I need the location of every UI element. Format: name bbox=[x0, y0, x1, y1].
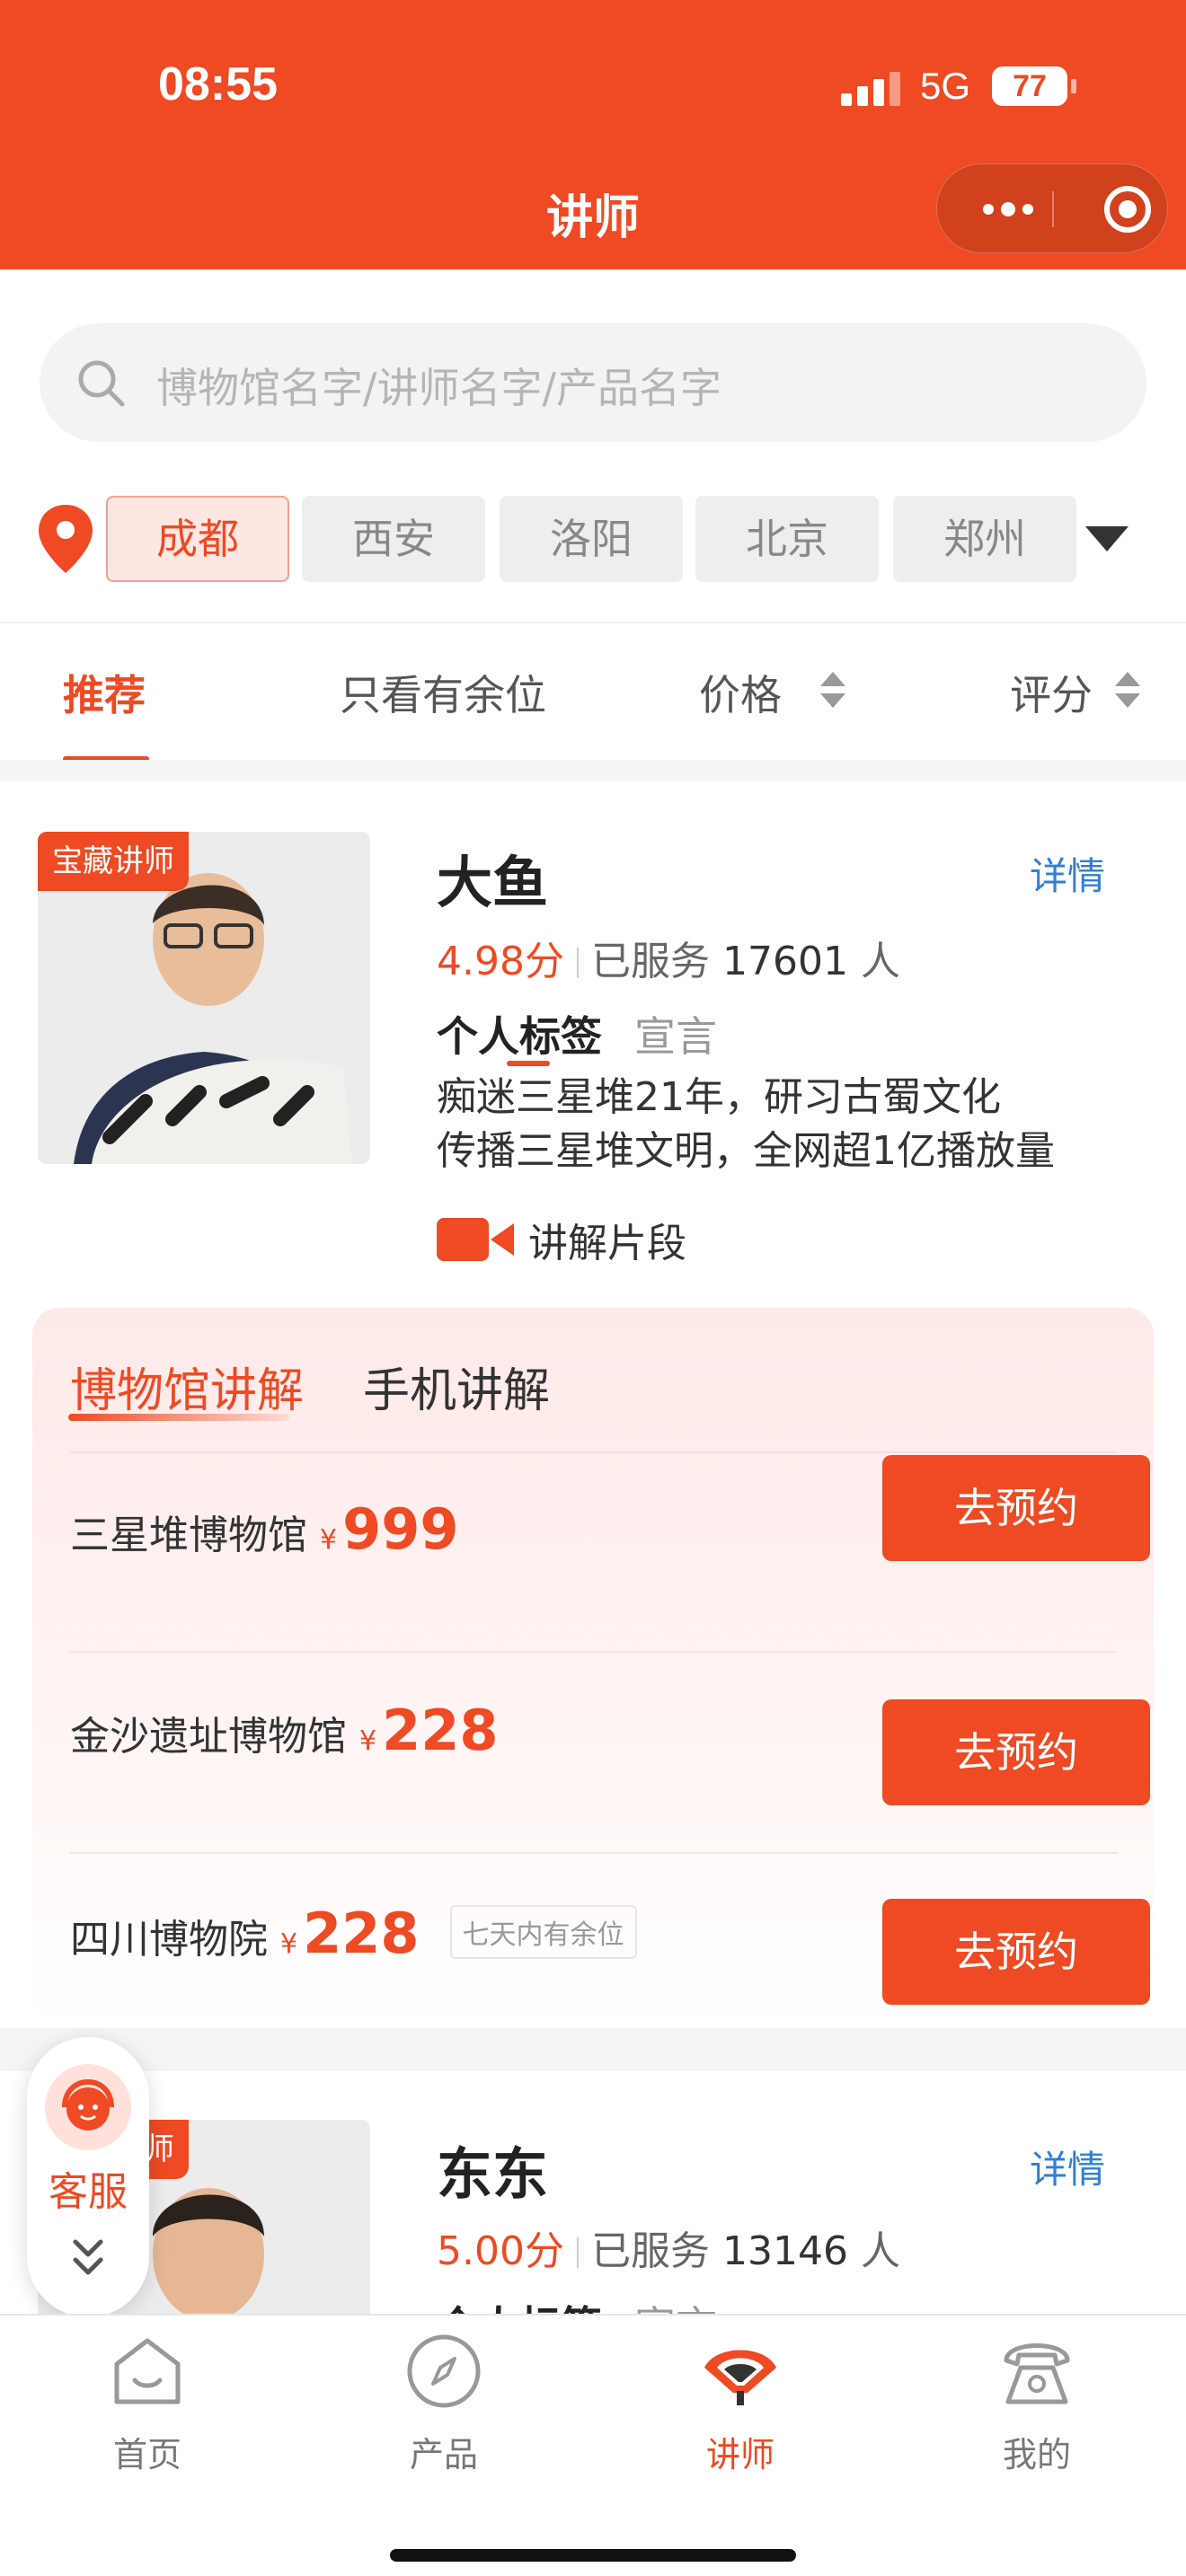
tab-lecturers-label: 讲师 bbox=[705, 2435, 774, 2475]
search-bar[interactable]: 博物馆名字/讲师名字/产品名字 bbox=[40, 323, 1146, 442]
lecturer-bio-line-2: 传播三星堆文明，全网超1亿播放量 bbox=[437, 1128, 1055, 1174]
currency-symbol: ¥ bbox=[280, 1928, 298, 1960]
bottom-tab-bar: 首页 产品 讲师 我的 bbox=[0, 2314, 1186, 2576]
tab-products-label: 产品 bbox=[409, 2435, 478, 2475]
booking-row: 四川博物院 ¥228 七天内有余位 去预约 bbox=[70, 1852, 1150, 2053]
treasure-badge: 宝藏讲师 bbox=[38, 832, 189, 891]
city-zhengzhou[interactable]: 郑州 bbox=[893, 496, 1076, 582]
tab-products[interactable]: 产品 bbox=[354, 2328, 534, 2490]
chevron-double-down-icon bbox=[73, 2239, 103, 2275]
capsule-divider bbox=[1052, 191, 1054, 227]
served-label: 已服务 bbox=[590, 939, 710, 984]
served-unit: 人 bbox=[860, 939, 900, 984]
lecturer-card: 宝藏讲师 东东 详情 5.00分已服务 13146 人 个人标签宣言 bbox=[0, 2071, 1186, 2314]
city-xian[interactable]: 西安 bbox=[302, 496, 485, 582]
home-icon bbox=[114, 2338, 181, 2404]
currency-symbol: ¥ bbox=[320, 1524, 338, 1556]
tab-home[interactable]: 首页 bbox=[58, 2328, 237, 2490]
booking-item: 金沙遗址博物馆 ¥228 bbox=[70, 1698, 499, 1763]
tab-lecturers[interactable]: 讲师 bbox=[651, 2328, 830, 2490]
sort-bar: 推荐 只看有余位 价格 评分 bbox=[0, 622, 1186, 762]
booking-price: 999 bbox=[342, 1496, 459, 1562]
sort-recommend[interactable]: 推荐 bbox=[63, 663, 146, 722]
booking-tab-underline bbox=[68, 1414, 289, 1421]
telephone-icon bbox=[1004, 2343, 1070, 2404]
served-count: 13146 bbox=[721, 2228, 848, 2274]
stats-divider bbox=[576, 2237, 579, 2268]
video-clip-label: 讲解片段 bbox=[528, 1221, 686, 1266]
currency-symbol: ¥ bbox=[359, 1725, 377, 1757]
city-beijing[interactable]: 北京 bbox=[695, 496, 879, 582]
lecturer-name: 大鱼 bbox=[437, 850, 549, 915]
tab-mine[interactable]: 我的 bbox=[947, 2328, 1127, 2490]
booking-row: 金沙遗址博物馆 ¥228 去预约 bbox=[70, 1651, 1150, 1852]
museum-name: 四川博物院 bbox=[70, 1917, 268, 1963]
museum-name: 金沙遗址博物馆 bbox=[70, 1714, 347, 1760]
section-divider bbox=[0, 2028, 1186, 2071]
more-dots-icon[interactable] bbox=[968, 193, 1049, 225]
lecturer-score: 4.98分 bbox=[437, 939, 564, 984]
booking-item: 四川博物院 ¥228 七天内有余位 bbox=[70, 1901, 637, 1966]
book-button[interactable]: 去预约 bbox=[882, 1899, 1150, 2005]
location-pin-icon bbox=[39, 505, 93, 573]
network-type: 5G bbox=[920, 65, 971, 107]
availability-tag: 七天内有余位 bbox=[449, 1905, 637, 1959]
museum-name: 三星堆博物馆 bbox=[70, 1513, 307, 1558]
sort-available-only[interactable]: 只看有余位 bbox=[340, 663, 546, 722]
target-icon[interactable] bbox=[1104, 186, 1151, 233]
city-dropdown-icon[interactable] bbox=[1085, 526, 1128, 551]
home-indicator bbox=[390, 2549, 796, 2562]
app-header: 08:55 5G 77 讲师 bbox=[0, 0, 1186, 269]
city-luoyang[interactable]: 洛阳 bbox=[500, 496, 683, 582]
tab-museum-guide[interactable]: 博物馆讲解 bbox=[70, 1353, 304, 1420]
sort-price[interactable]: 价格 bbox=[699, 663, 782, 722]
detail-link[interactable]: 详情 bbox=[1030, 2139, 1105, 2194]
tag-tab-personal[interactable]: 个人标签 bbox=[437, 1012, 602, 1061]
served-unit: 人 bbox=[860, 2228, 900, 2274]
tag-tab-personal[interactable]: 个人标签 bbox=[437, 2302, 602, 2314]
served-label: 已服务 bbox=[590, 2228, 710, 2274]
booking-price: 228 bbox=[303, 1901, 420, 1966]
sort-rating[interactable]: 评分 bbox=[1010, 663, 1093, 722]
battery-icon: 77 bbox=[992, 66, 1076, 106]
tab-home-label: 首页 bbox=[112, 2435, 181, 2475]
search-placeholder: 博物馆名字/讲师名字/产品名字 bbox=[156, 364, 721, 412]
book-button[interactable]: 去预约 bbox=[882, 1455, 1150, 1561]
section-divider bbox=[0, 760, 1186, 781]
customer-service-label: 客服 bbox=[49, 2169, 128, 2215]
booking-item: 三星堆博物馆 ¥999 bbox=[70, 1496, 459, 1562]
served-count: 17601 bbox=[721, 939, 848, 984]
tab-mine-label: 我的 bbox=[1002, 2435, 1071, 2475]
mini-program-capsule bbox=[936, 163, 1168, 253]
video-camera-icon bbox=[437, 1218, 514, 1261]
tag-tab-manifesto[interactable]: 宣言 bbox=[634, 1012, 717, 1061]
lecturer-stats: 4.98分 已服务 17601 人 bbox=[437, 929, 900, 986]
fan-icon bbox=[704, 2350, 776, 2405]
lecturer-photo[interactable]: 宝藏讲师 bbox=[38, 832, 370, 1164]
tab-phone-guide[interactable]: 手机讲解 bbox=[363, 1353, 550, 1420]
lecturer-score: 5.00分 bbox=[437, 2228, 564, 2274]
booking-row: 三星堆博物馆 ¥999 去预约 bbox=[70, 1451, 1150, 1653]
tag-tabs: 个人标签宣言 bbox=[437, 1004, 717, 1063]
headset-icon bbox=[45, 2064, 131, 2150]
stats-divider bbox=[576, 948, 579, 978]
compass-icon bbox=[407, 2334, 481, 2408]
signal-icon bbox=[841, 72, 900, 106]
customer-service-button[interactable]: 客服 bbox=[27, 2037, 149, 2317]
status-time: 08:55 bbox=[158, 58, 278, 110]
city-chengdu[interactable]: 成都 bbox=[106, 496, 289, 582]
book-button[interactable]: 去预约 bbox=[882, 1699, 1150, 1805]
price-sort-icon[interactable] bbox=[819, 670, 846, 710]
tag-tabs: 个人标签 宣言 bbox=[437, 2294, 717, 2314]
lecturer-name: 东东 bbox=[437, 2141, 549, 2207]
search-icon bbox=[78, 360, 125, 407]
tag-tab-manifesto[interactable]: 宣言 bbox=[634, 2302, 717, 2314]
lecturer-stats: 5.00分 已服务 13146 人 bbox=[437, 2219, 900, 2276]
booking-price: 228 bbox=[382, 1698, 499, 1763]
detail-link[interactable]: 详情 bbox=[1030, 846, 1105, 901]
rating-sort-icon[interactable] bbox=[1114, 670, 1141, 710]
booking-panel: 博物馆讲解 手机讲解 三星堆博物馆 ¥999 去预约 金沙遗址博物馆 ¥228 去预… bbox=[32, 1308, 1154, 2026]
lecturer-bio-line-1: 痴迷三星堆21年，研习古蜀文化 bbox=[437, 1074, 1001, 1120]
